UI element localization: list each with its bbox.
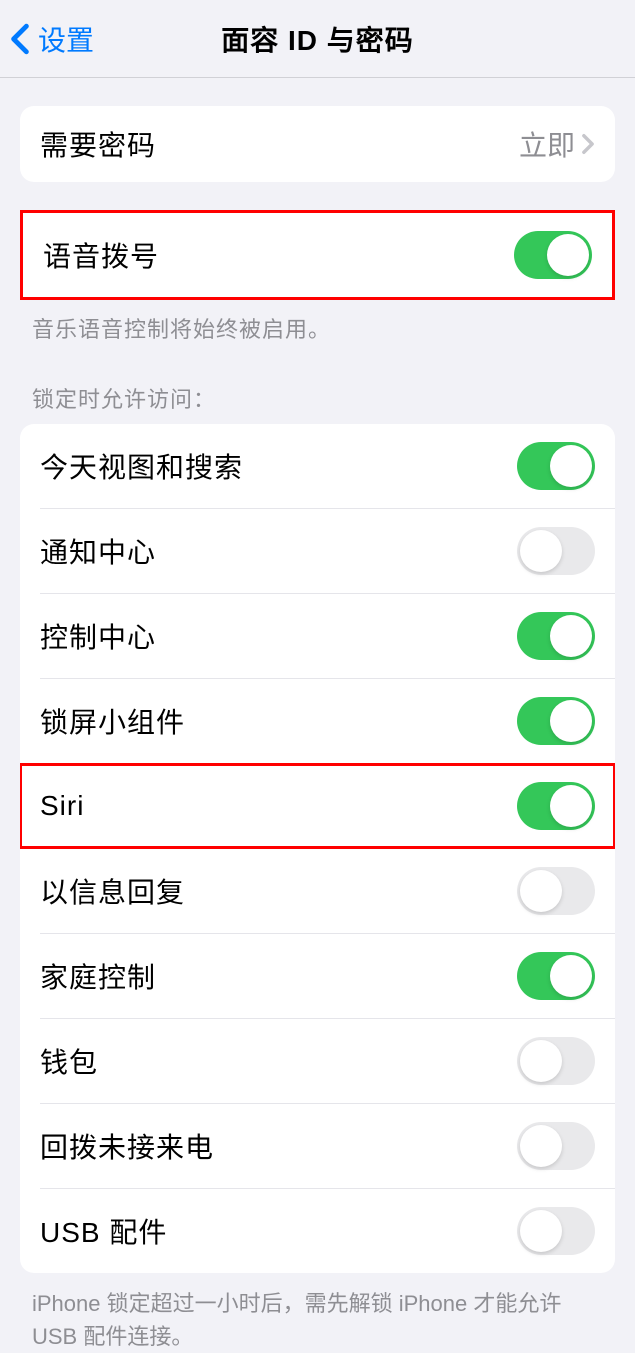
voice-dial-label: 语音拨号 [43,235,159,275]
toggle-knob [520,870,562,912]
toggle-knob [520,1125,562,1167]
toggle-knob [547,234,589,276]
lock-access-label: 钱包 [40,1041,98,1081]
lock-access-toggle[interactable] [517,612,595,660]
lock-access-header: 锁定时允许访问： [0,344,635,424]
require-passcode-value: 立即 [519,124,595,164]
toggle-knob [550,700,592,742]
lock-access-label: 今天视图和搜索 [40,446,243,486]
lock-access-row: 今天视图和搜索 [20,424,615,508]
toggle-knob [520,1210,562,1252]
lock-access-label: 回拨未接来电 [40,1126,214,1166]
lock-access-label: 家庭控制 [40,956,156,996]
lock-access-row: USB 配件 [20,1189,615,1273]
lock-access-label: Siri [40,790,84,822]
toggle-knob [550,615,592,657]
lock-access-toggle[interactable] [517,1122,595,1170]
lock-access-row: 钱包 [20,1019,615,1103]
lock-access-group: 今天视图和搜索通知中心控制中心锁屏小组件 Siri 以信息回复家庭控制钱包回拨未接来… [20,424,615,1273]
lock-access-row: 回拨未接来电 [20,1104,615,1188]
toggle-knob [550,445,592,487]
lock-access-row: 通知中心 [20,509,615,593]
lock-access-toggle[interactable] [517,952,595,1000]
page-title: 面容 ID 与密码 [221,19,414,59]
lock-access-footer: iPhone 锁定超过一小时后，需先解锁 iPhone 才能允许 USB 配件连… [0,1273,635,1353]
voice-dial-footer: 音乐语音控制将始终被启用。 [0,300,635,344]
toggle-knob [520,1040,562,1082]
voice-dial-group: 语音拨号 [20,210,615,300]
lock-access-toggle[interactable] [517,1207,595,1255]
require-passcode-row[interactable]: 需要密码 立即 [20,106,615,182]
lock-access-label: 锁屏小组件 [40,701,185,741]
lock-access-toggle[interactable] [517,867,595,915]
back-label: 设置 [38,19,94,59]
lock-access-row: 锁屏小组件 [20,679,615,763]
toggle-knob [550,785,592,827]
voice-dial-toggle[interactable] [514,231,592,279]
toggle-knob [550,955,592,997]
lock-access-toggle[interactable] [517,782,595,830]
chevron-right-icon [581,133,595,155]
toggle-knob [520,530,562,572]
lock-access-label: 以信息回复 [40,871,185,911]
lock-access-toggle[interactable] [517,527,595,575]
lock-access-row: Siri [20,764,615,848]
header-bar: 设置 面容 ID 与密码 [0,0,635,78]
lock-access-toggle[interactable] [517,697,595,745]
lock-access-row: 以信息回复 [20,849,615,933]
lock-access-toggle[interactable] [517,442,595,490]
lock-access-toggle[interactable] [517,1037,595,1085]
voice-dial-row: 语音拨号 [23,213,612,297]
lock-access-row: 家庭控制 [20,934,615,1018]
require-passcode-label: 需要密码 [40,124,156,164]
back-button[interactable]: 设置 [0,19,94,59]
lock-access-label: 控制中心 [40,616,156,656]
chevron-left-icon [10,23,30,55]
lock-access-label: USB 配件 [40,1211,167,1251]
require-passcode-group: 需要密码 立即 [20,106,615,182]
lock-access-label: 通知中心 [40,531,156,571]
lock-access-row: 控制中心 [20,594,615,678]
